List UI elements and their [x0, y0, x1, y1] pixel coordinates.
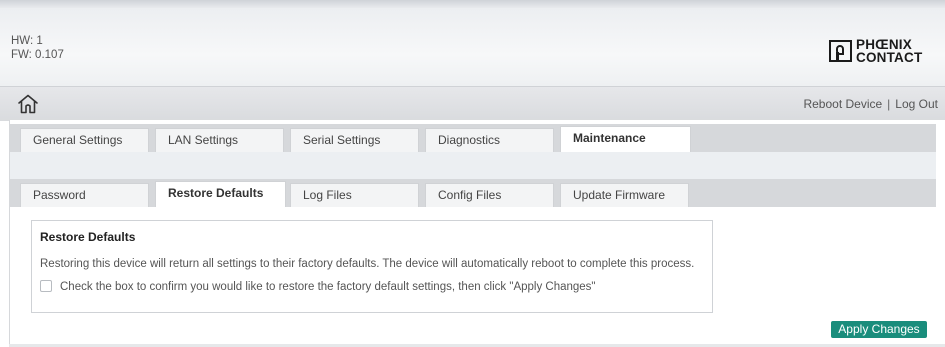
fw-version: FW: 0.107: [11, 49, 64, 61]
reboot-device-link[interactable]: Reboot Device: [803, 97, 882, 111]
nav-separator: |: [887, 97, 891, 111]
sub-tab-bar: Password Restore Defaults Log Files Conf…: [10, 179, 936, 207]
tab-lan-settings[interactable]: LAN Settings: [155, 128, 284, 152]
tab-general-settings[interactable]: General Settings: [20, 128, 149, 152]
confirm-row: Check the box to confirm you would like …: [40, 280, 596, 293]
tab-spacer-strip: [10, 152, 936, 179]
subtab-config-files[interactable]: Config Files: [425, 183, 554, 207]
subtab-restore-defaults[interactable]: Restore Defaults: [155, 181, 286, 207]
home-icon[interactable]: [17, 94, 39, 114]
nav-links: Reboot Device | Log Out: [803, 97, 938, 111]
confirm-checkbox[interactable]: [40, 280, 52, 292]
restore-description: Restoring this device will return all se…: [40, 258, 695, 270]
logo-mark-icon: [829, 40, 852, 62]
apply-changes-button[interactable]: Apply Changes: [831, 321, 927, 338]
log-out-link[interactable]: Log Out: [895, 97, 938, 111]
top-accent-bar: [0, 0, 945, 8]
main-tab-bar: General Settings LAN Settings Serial Set…: [10, 124, 936, 152]
confirm-label: Check the box to confirm you would like …: [60, 281, 596, 293]
hardware-info: HW: 1 FW: 0.107: [11, 34, 64, 62]
tab-serial-settings[interactable]: Serial Settings: [290, 128, 419, 152]
logo-text: PHŒNIX CONTACT: [856, 37, 923, 65]
subtab-log-files[interactable]: Log Files: [290, 183, 419, 207]
page-header: HW: 1 FW: 0.107 PHŒNIX CONTACT: [0, 8, 945, 86]
restore-defaults-panel: Restore Defaults Restoring this device w…: [31, 220, 713, 313]
tab-diagnostics[interactable]: Diagnostics: [425, 128, 554, 152]
subtab-update-firmware[interactable]: Update Firmware: [560, 183, 689, 207]
panel-title: Restore Defaults: [40, 230, 136, 244]
phoenix-contact-logo: PHŒNIX CONTACT: [829, 38, 937, 66]
tab-maintenance[interactable]: Maintenance: [560, 126, 691, 152]
hw-version: HW: 1: [11, 35, 43, 47]
subtab-password[interactable]: Password: [20, 183, 149, 207]
